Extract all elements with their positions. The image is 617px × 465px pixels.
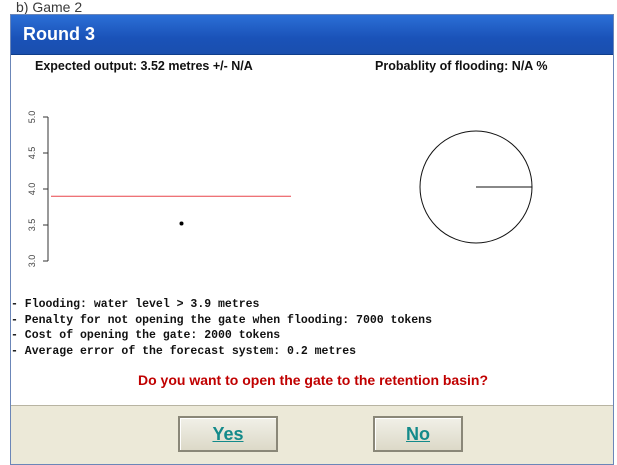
no-button[interactable]: No — [373, 416, 463, 452]
y-tick-label: 3.0 — [27, 255, 37, 268]
yes-button[interactable]: Yes — [178, 416, 278, 452]
y-tick-label: 4.0 — [27, 183, 37, 196]
rules-list: - Flooding: water level > 3.9 metres - P… — [11, 297, 571, 359]
y-axis: 3.0 3.5 4.0 4.5 5.0 — [27, 111, 49, 268]
forecast-chart: 3.0 3.5 4.0 4.5 5.0 — [27, 111, 533, 268]
points-group — [179, 221, 184, 226]
y-tick-label: 4.5 — [27, 147, 37, 160]
forecast-point — [179, 221, 184, 226]
gate-question: Do you want to open the gate to the rete… — [138, 372, 488, 388]
rule-forecast-error: - Average error of the forecast system: … — [11, 344, 357, 358]
button-footer: Yes No — [11, 405, 613, 464]
rule-flooding: - Flooding: water level > 3.9 metres — [11, 298, 260, 311]
probability-pie-chart — [419, 130, 533, 244]
rule-penalty: - Penalty for not opening the gate when … — [11, 313, 432, 327]
y-tick-label: 3.5 — [27, 219, 37, 232]
figure-caption: b) Game 2 — [16, 0, 83, 15]
rule-cost: - Cost of opening the gate: 2000 tokens — [11, 329, 281, 342]
game-window: Round 3 Expected output: 3.52 metres +/-… — [10, 14, 614, 465]
y-tick-label: 5.0 — [27, 111, 37, 124]
